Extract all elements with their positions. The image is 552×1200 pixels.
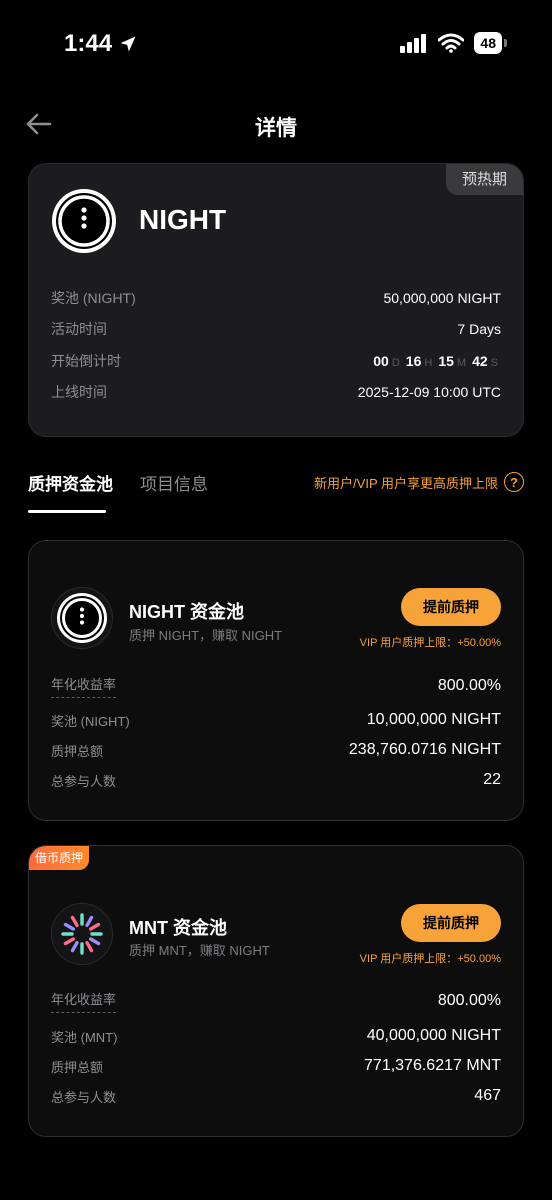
countdown-days: 00 [373,353,389,369]
pool-name: NIGHT 资金池 [129,602,244,622]
apr-value: 800.00% [437,992,501,1009]
prize-label: 奖池 (NIGHT) [51,713,130,729]
vip-limit-text: VIP 用户质押上限：+50.00% [359,953,501,965]
info-row-launch-time: 上线时间 2025-12-09 10:00 UTC [51,380,501,404]
info-label: 活动时间 [51,321,107,337]
early-stake-button[interactable]: 提前质押 [401,904,501,942]
apr-label[interactable]: 年化收益率 [51,989,117,1013]
total-staked-label: 质押总额 [51,1059,104,1075]
page-header: 详情 [0,100,552,148]
participants-value: 467 [474,1087,501,1104]
pool-row-total-staked: 质押总额 238,760.0716 NIGHT [51,737,501,763]
info-label: 开始倒计时 [51,353,121,369]
participants-value: 22 [483,771,501,788]
info-row-countdown: 开始倒计时 00 D 16 H 15 M 42 S [51,349,501,373]
pool-row-total-staked: 质押总额 771,376.6217 MNT [51,1053,501,1079]
total-staked-value: 771,376.6217 MNT [364,1057,501,1074]
pool-row-participants: 总参与人数 467 [51,1083,501,1109]
apr-label[interactable]: 年化收益率 [51,674,117,698]
countdown-hours: 16 [405,353,422,369]
token-name: NIGHT [139,204,227,235]
info-row-duration: 活动时间 7 Days [51,317,501,341]
prize-label: 奖池 (MNT) [51,1029,118,1045]
pool-logo [51,587,113,649]
active-tab-indicator [28,510,106,513]
vip-note-text: 新用户/VIP 用户享更高质押上限 [314,475,498,491]
vip-note-link[interactable]: 新用户/VIP 用户享更高质押上限 ? [314,472,524,492]
countdown-hours-unit: H [424,357,433,369]
early-stake-button[interactable]: 提前质押 [401,588,501,626]
pool-row-apr: 年化收益率 800.00% [51,988,501,1014]
pool-row-participants: 总参与人数 22 [51,767,501,793]
help-icon[interactable]: ? [504,472,524,492]
pool-card-night: NIGHT 资金池 质押 NIGHT，赚取 NIGHT 提前质押 VIP 用户质… [28,540,524,821]
prize-value: 10,000,000 NIGHT [366,711,501,728]
info-label: 上线时间 [51,384,107,400]
pool-name: MNT 资金池 [129,918,227,938]
location-arrow-icon [120,36,136,52]
countdown-days-unit: D [391,357,400,369]
night-logo-icon [57,593,107,643]
countdown-timer: 00 D 16 H 15 M 42 S [373,353,501,369]
tab-bar: 质押资金池 项目信息 新用户/VIP 用户享更高质押上限 ? [28,462,524,516]
vip-limit-text: VIP 用户质押上限：+50.00% [359,637,501,649]
total-staked-value: 238,760.0716 NIGHT [348,741,501,758]
participants-label: 总参与人数 [51,1089,117,1105]
token-summary-card: 预热期 NIGHT 奖池 (NIGHT) 50,000,000 NIGHT 活动… [28,163,524,437]
status-time: 1:44 [64,30,138,58]
battery-icon: 48 [474,32,507,54]
clock-text: 1:44 [64,30,113,57]
borrow-stake-tag: 借币质押 [29,846,90,870]
info-value: 2025-12-09 10:00 UTC [357,384,501,400]
pool-subtitle: 质押 MNT，赚取 NIGHT [129,943,270,958]
info-value: 50,000,000 NIGHT [383,290,501,306]
pool-subtitle: 质押 NIGHT，赚取 NIGHT [129,628,283,643]
countdown-seconds: 42 [472,353,488,369]
pool-row-prize: 奖池 (MNT) 40,000,000 NIGHT [51,1023,501,1049]
status-bar: 1:44 48 [0,0,552,90]
phase-badge: 预热期 [445,164,523,195]
countdown-seconds-unit: S [490,357,498,369]
countdown-minutes: 15 [438,353,454,369]
prize-value: 40,000,000 NIGHT [366,1027,501,1044]
pool-card-mnt: 借币质押 MNT 资金池 质押 MNT，赚取 NIGHT 提前质押 VIP 用户… [28,845,524,1137]
participants-label: 总参与人数 [51,773,117,789]
battery-level: 48 [480,35,496,51]
total-staked-label: 质押总额 [51,743,104,759]
signal-icon [400,34,427,53]
status-indicators: 48 [400,32,507,54]
tab-project-info[interactable]: 项目信息 [140,470,208,495]
wifi-icon [438,33,465,53]
apr-value: 800.00% [437,677,501,694]
countdown-minutes-unit: M [456,357,467,369]
tab-staking-pools[interactable]: 质押资金池 [28,470,113,495]
pool-logo [51,903,113,965]
mnt-logo-icon [61,913,103,955]
night-logo-icon [52,189,116,253]
info-row-prize-pool: 奖池 (NIGHT) 50,000,000 NIGHT [51,286,501,310]
info-value: 7 Days [457,321,501,337]
pool-row-prize: 奖池 (NIGHT) 10,000,000 NIGHT [51,707,501,733]
page-title: 详情 [255,117,297,140]
pool-row-apr: 年化收益率 800.00% [51,673,501,699]
info-label: 奖池 (NIGHT) [51,290,136,306]
